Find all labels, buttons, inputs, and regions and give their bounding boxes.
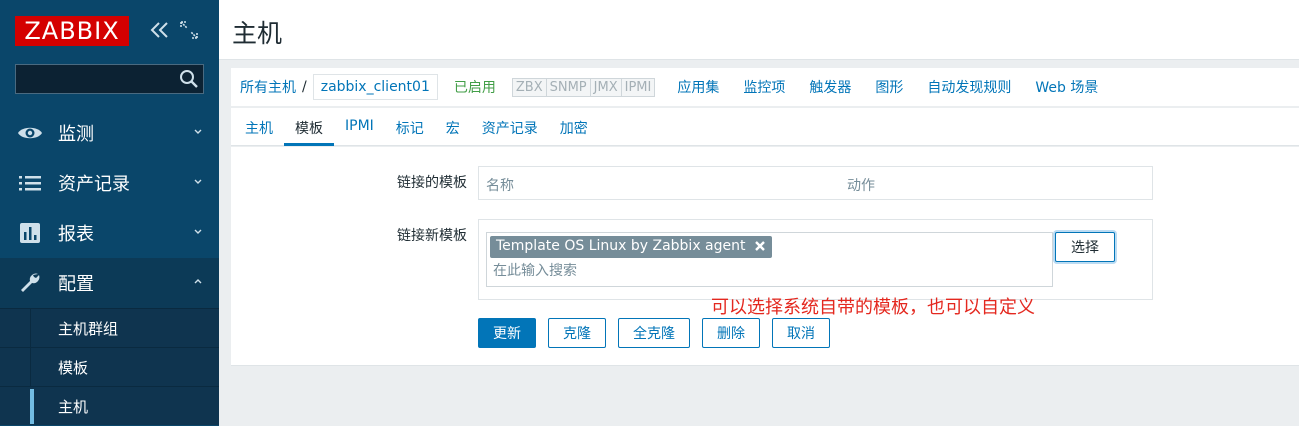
form-tabs: 主机 模板 IPMI 标记 宏 资产记录 加密 xyxy=(231,108,1299,146)
configuration-submenu: 主机群组 模板 主机 xyxy=(0,308,219,425)
cancel-button[interactable]: 取消 xyxy=(772,318,830,348)
link-web-scenarios[interactable]: Web 场景 xyxy=(1035,77,1098,97)
link-graphs[interactable]: 图形 xyxy=(875,77,903,97)
tab-tags[interactable]: 标记 xyxy=(385,108,435,146)
wrench-icon xyxy=(17,270,43,296)
sidebar-search-input[interactable] xyxy=(15,64,204,94)
tab-macros[interactable]: 宏 xyxy=(435,108,471,146)
page-header: 主机 xyxy=(219,0,1299,60)
main-menu: 监测 资产记录 报表 配置 主机群组 模板 主机 xyxy=(0,108,219,425)
linked-templates-label: 链接的模板 xyxy=(397,175,467,191)
link-new-templates-box: Template OS Linux by Zabbix agent 选择 xyxy=(478,219,1153,300)
availability-snmp: SNMP xyxy=(546,78,591,96)
chevron-down-icon xyxy=(193,227,203,237)
availability-badges: ZBX SNMP JMX IPMI xyxy=(511,77,656,97)
availability-jmx: JMX xyxy=(590,78,622,96)
link-discovery-rules[interactable]: 自动发现规则 xyxy=(927,77,1011,97)
select-button[interactable]: 选择 xyxy=(1055,232,1115,262)
full-clone-button[interactable]: 全克隆 xyxy=(618,318,690,348)
submenu-indent-line xyxy=(30,309,31,347)
sidebar: ZABBIX 监测 资产记录 报表 配置 主机群组 模板 主机 xyxy=(0,0,219,426)
submenu-indent-line xyxy=(30,348,31,386)
chevron-down-icon xyxy=(193,177,203,187)
chevron-up-icon xyxy=(193,277,203,287)
tab-templates[interactable]: 模板 xyxy=(284,108,334,146)
availability-zbx: ZBX xyxy=(512,78,547,96)
chevron-down-icon xyxy=(193,127,203,137)
template-search-input[interactable] xyxy=(493,262,793,278)
collapse-sidebar-icon[interactable] xyxy=(149,18,171,42)
form-actions: 更新 克隆 全克隆 删除 取消 xyxy=(478,318,842,348)
zabbix-logo[interactable]: ZABBIX xyxy=(15,16,129,46)
menu-item-label: 监测 xyxy=(58,124,94,145)
link-triggers[interactable]: 触发器 xyxy=(809,77,851,97)
annotation-note: 可以选择系统自带的模板，也可以自定义 xyxy=(711,297,1035,318)
breadcrumb-all-hosts[interactable]: 所有主机 xyxy=(240,77,296,97)
column-header-name: 名称 xyxy=(486,178,514,194)
availability-ipmi: IPMI xyxy=(621,78,655,96)
submenu-item-label: 主机 xyxy=(58,397,89,416)
update-button[interactable]: 更新 xyxy=(478,318,536,348)
menu-item-monitoring[interactable]: 监测 xyxy=(0,108,219,158)
tab-host[interactable]: 主机 xyxy=(234,108,284,146)
bar-chart-icon xyxy=(17,220,43,246)
templates-form: 链接的模板 名称 动作 链接新模板 Template OS Linux by Z… xyxy=(231,147,1299,366)
menu-item-label: 配置 xyxy=(58,274,94,295)
link-new-templates-label: 链接新模板 xyxy=(397,228,467,244)
tab-ipmi[interactable]: IPMI xyxy=(334,108,385,146)
breadcrumb-current-host[interactable]: zabbix_client01 xyxy=(312,74,438,100)
menu-item-label: 报表 xyxy=(58,224,94,245)
breadcrumb-separator: / xyxy=(302,79,307,95)
menu-item-label: 资产记录 xyxy=(58,174,130,195)
host-status-enabled[interactable]: 已启用 xyxy=(454,77,496,97)
tab-inventory[interactable]: 资产记录 xyxy=(471,108,549,146)
host-navigation: 所有主机 / zabbix_client01 已启用 ZBX SNMP JMX … xyxy=(231,68,1299,106)
submenu-item-templates[interactable]: 模板 xyxy=(0,347,219,386)
link-applications[interactable]: 应用集 xyxy=(677,77,719,97)
clone-button[interactable]: 克隆 xyxy=(548,318,606,348)
list-icon xyxy=(17,170,43,196)
submenu-item-host-groups[interactable]: 主机群组 xyxy=(0,308,219,347)
template-multiselect[interactable]: Template OS Linux by Zabbix agent xyxy=(486,232,1053,287)
menu-item-reports[interactable]: 报表 xyxy=(0,208,219,258)
search-icon[interactable] xyxy=(178,68,200,90)
eye-icon xyxy=(17,120,43,146)
menu-item-configuration[interactable]: 配置 xyxy=(0,258,219,308)
submenu-item-label: 主机群组 xyxy=(58,319,119,338)
remove-icon[interactable] xyxy=(753,239,767,253)
page-title: 主机 xyxy=(232,19,283,48)
linked-templates-table: 名称 动作 xyxy=(478,166,1153,200)
link-items[interactable]: 监控项 xyxy=(743,77,785,97)
selected-template-label: Template OS Linux by Zabbix agent xyxy=(496,238,746,254)
menu-item-inventory[interactable]: 资产记录 xyxy=(0,158,219,208)
kiosk-mode-icon[interactable] xyxy=(179,20,199,40)
submenu-item-hosts[interactable]: 主机 xyxy=(0,386,219,425)
delete-button[interactable]: 删除 xyxy=(702,318,760,348)
selected-template-tag: Template OS Linux by Zabbix agent xyxy=(490,236,772,258)
column-header-action: 动作 xyxy=(847,178,875,194)
tab-encryption[interactable]: 加密 xyxy=(549,108,599,146)
submenu-item-label: 模板 xyxy=(58,358,89,377)
